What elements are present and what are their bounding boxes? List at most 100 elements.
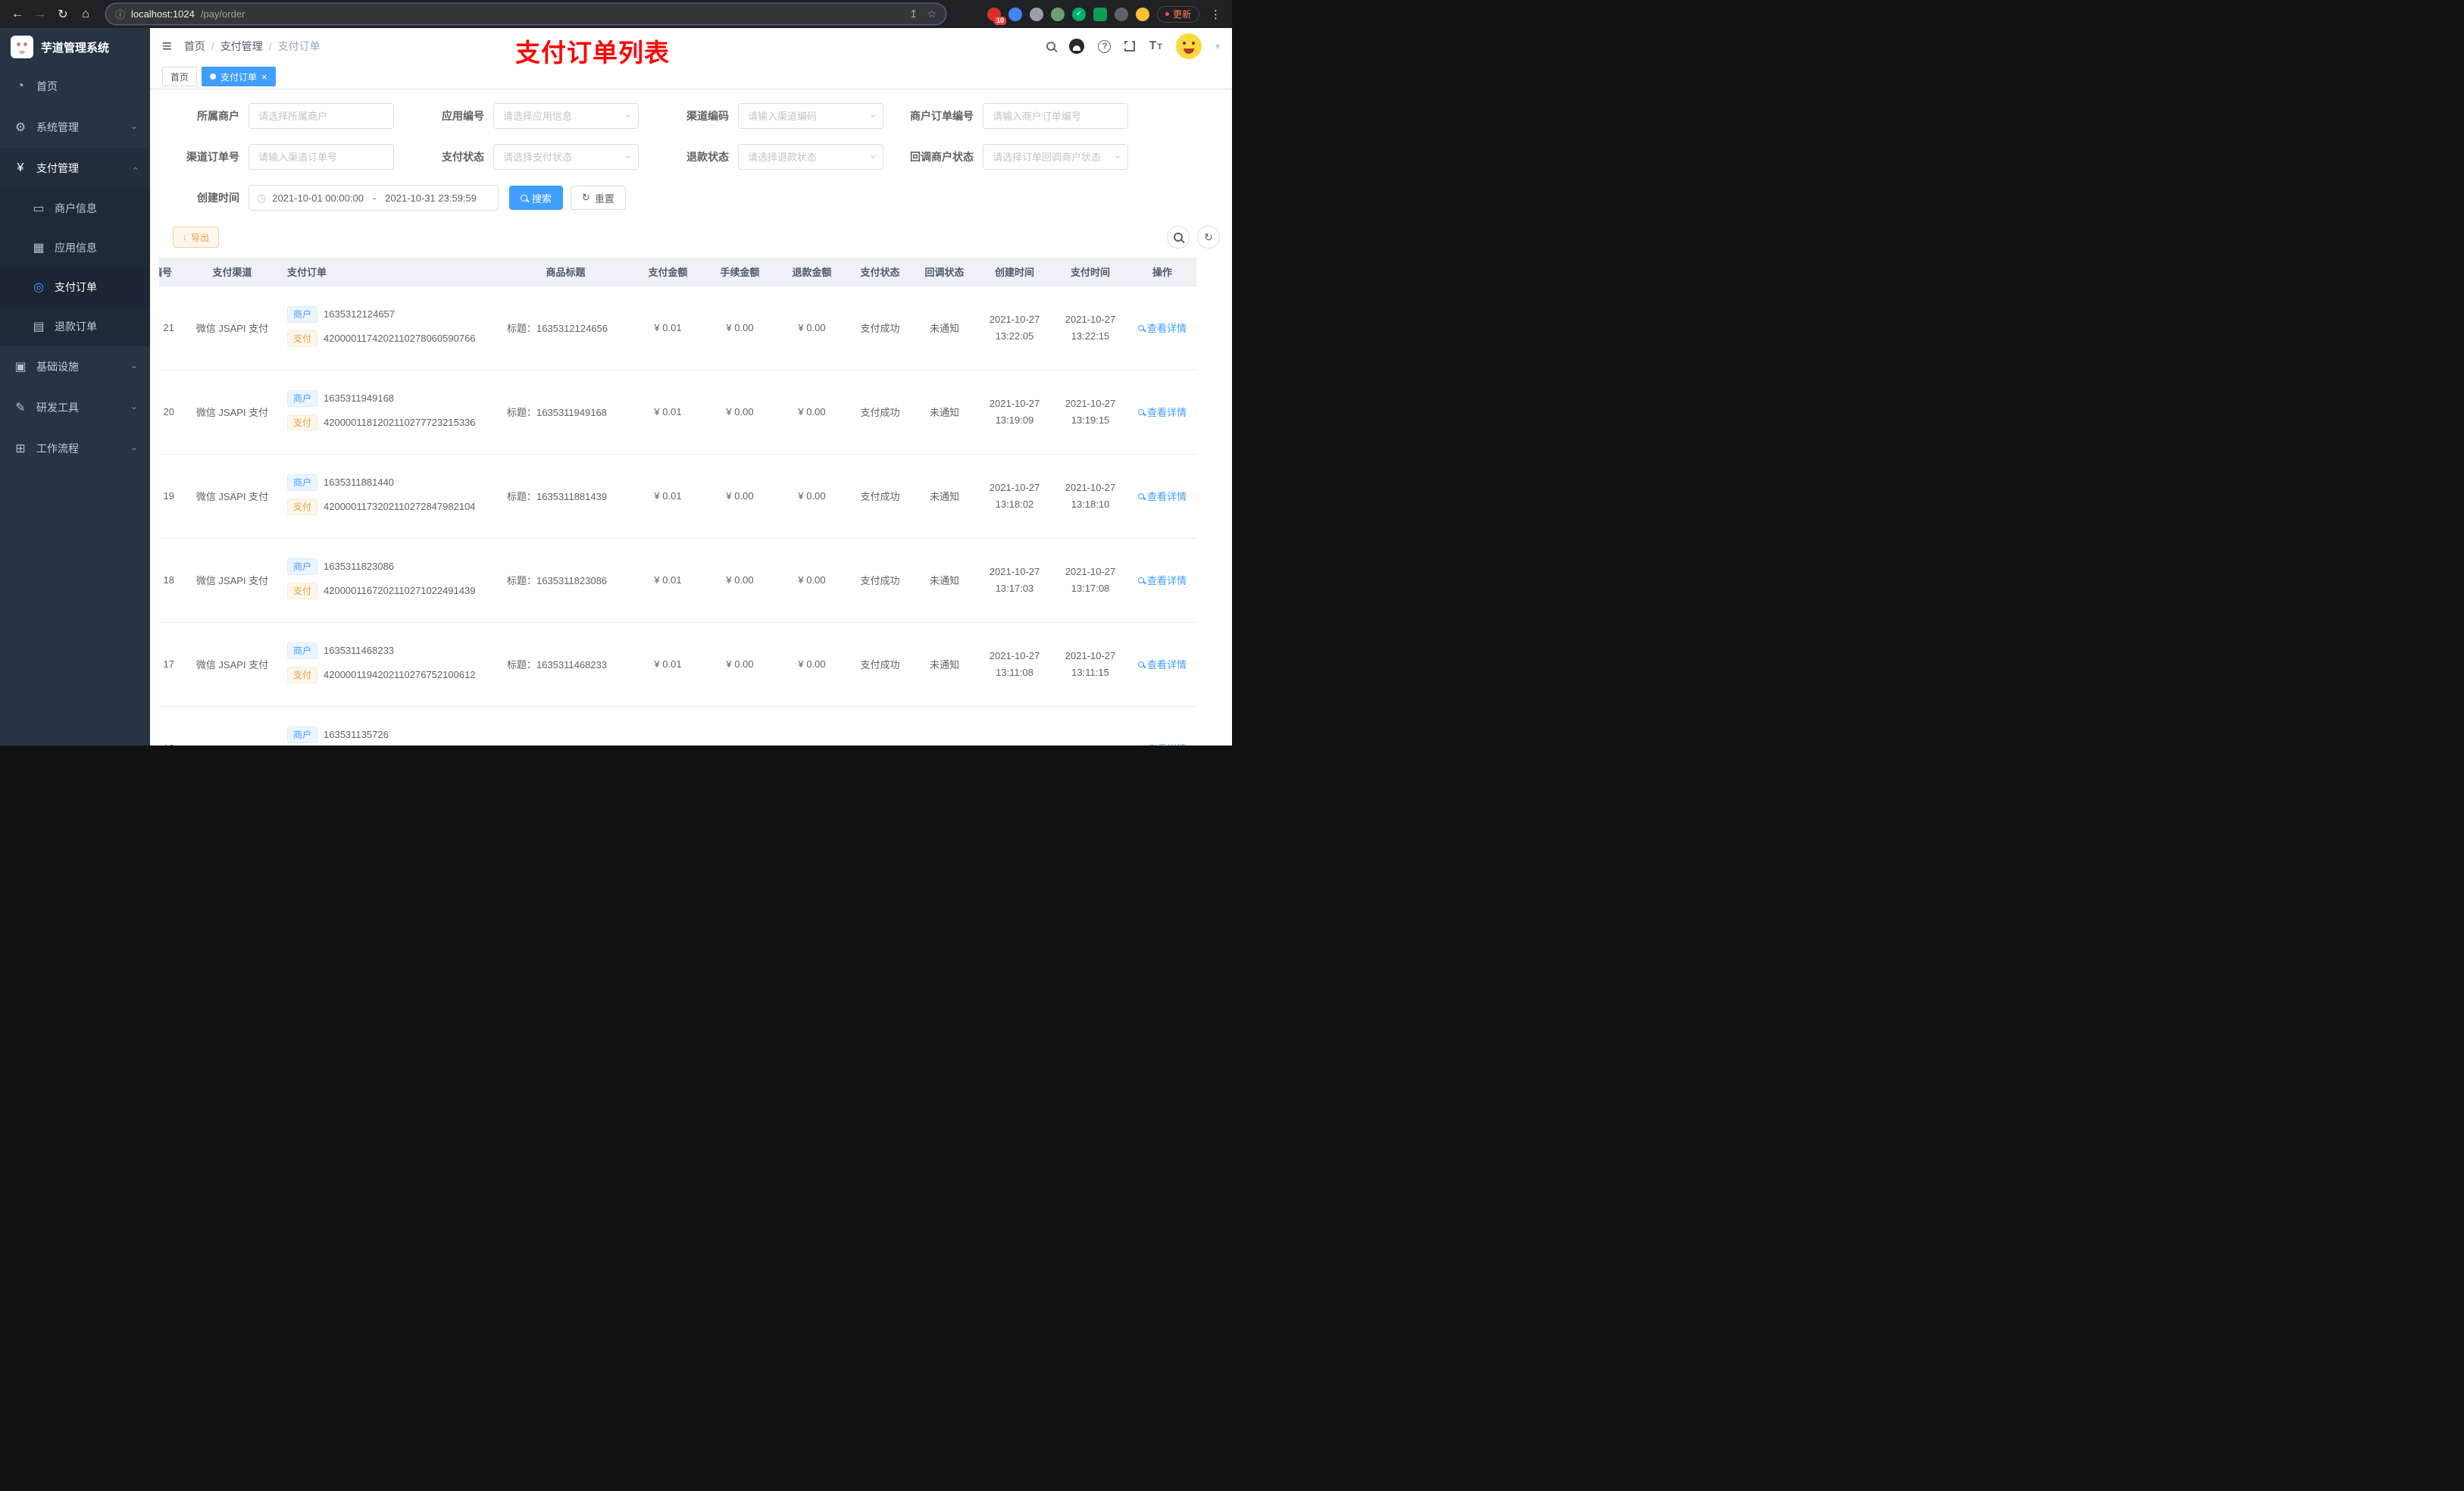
notify-status	[912, 706, 977, 746]
back-icon[interactable]: ←	[8, 5, 27, 24]
fee-amount: ¥ 0.00	[704, 538, 776, 623]
sidebar-item-payment[interactable]: ¥ 支付管理 ›	[0, 148, 150, 189]
bookmark-star-icon[interactable]: ☆	[927, 8, 937, 20]
app-title: 芋道管理系统	[41, 41, 110, 55]
sidebar-item-home[interactable]: ◔ 首页	[0, 66, 150, 107]
sidebar-item-infrastructure[interactable]: ▣ 基础设施 ›	[0, 346, 150, 387]
site-info-icon[interactable]: ⓘ	[115, 7, 125, 21]
refund-amount: ¥ 0.00	[776, 538, 848, 623]
sidebar-item-pay-order[interactable]: ◎ 支付订单	[0, 267, 150, 307]
pay-channel: 微信 JSAPI 支付	[185, 538, 280, 623]
sidebar-item-app-info[interactable]: ▦ 应用信息	[0, 228, 150, 267]
pay-order-no: 4200001181202110277723215336	[324, 417, 476, 428]
sidebar-item-workflow[interactable]: ⊞ 工作流程 ›	[0, 428, 150, 469]
pay-time: 2021-10-27 13:17:08	[1052, 538, 1128, 623]
table-header-row: 编号 支付渠道 支付订单 商品标题 支付金额 手续金额 退款金额 支付状态 回调…	[159, 258, 1196, 286]
notify-status-filter-select[interactable]	[983, 144, 1128, 170]
active-tab-dot	[210, 73, 217, 80]
view-detail-link[interactable]: 查看详情	[1137, 573, 1187, 587]
column-header: 商品标题	[499, 258, 632, 286]
view-detail-link[interactable]: 查看详情	[1137, 657, 1187, 671]
app-logo-row[interactable]: 芋道管理系统	[0, 28, 150, 66]
search-icon[interactable]	[1046, 42, 1056, 51]
sidebar-item-merchant-info[interactable]: ▭ 商户信息	[0, 189, 150, 228]
merchant-tag: 商户	[287, 726, 318, 743]
export-button[interactable]: ↓ 导出	[173, 227, 220, 248]
sidebar-item-label: 支付管理	[36, 162, 79, 174]
tab-pay-order[interactable]: 支付订单 ×	[202, 67, 276, 86]
order-id: 20	[159, 370, 185, 455]
toggle-search-button[interactable]	[1167, 226, 1190, 248]
filter-label: 退款状态	[686, 151, 729, 163]
search-button[interactable]: 搜索	[509, 186, 564, 210]
pay-tag: 支付	[287, 330, 318, 347]
pay-amount: ¥ 0.01	[632, 370, 704, 455]
github-icon[interactable]	[1069, 39, 1085, 54]
pay-status	[848, 706, 912, 746]
address-bar[interactable]: ⓘ localhost:1024 /pay/order ↥ ☆	[106, 4, 946, 24]
fullscreen-icon[interactable]	[1124, 40, 1136, 52]
breadcrumb-separator: /	[268, 40, 272, 52]
browser-menu-icon[interactable]: ⋮	[1207, 8, 1224, 21]
extension-icon[interactable]	[1093, 7, 1107, 21]
pay-order-cell: 商户 163531135726 支付	[280, 706, 499, 746]
forward-icon[interactable]: →	[30, 5, 50, 24]
sidebar-item-refund-order[interactable]: ▤ 退款订单	[0, 307, 150, 346]
channel-order-filter-input[interactable]	[249, 144, 394, 170]
filter-label: 创建时间	[197, 192, 239, 204]
font-size-icon[interactable]: T T	[1149, 39, 1162, 53]
font-size-large: T	[1149, 39, 1157, 52]
refresh-icon: ↻	[1204, 230, 1213, 243]
extension-icon[interactable]	[1114, 7, 1128, 21]
sidebar-item-dev-tools[interactable]: ✎ 研发工具 ›	[0, 387, 150, 428]
view-detail-link[interactable]: 查看详情	[1137, 741, 1187, 746]
column-header: 创建时间	[977, 258, 1052, 286]
extension-icon[interactable]: ✓	[1071, 7, 1086, 21]
pay-time	[1052, 706, 1128, 746]
extension-icon[interactable]	[1029, 7, 1043, 21]
refresh-table-button[interactable]: ↻	[1197, 226, 1220, 248]
date-separator: -	[372, 192, 377, 204]
breadcrumb-home[interactable]: 首页	[184, 39, 205, 54]
browser-update-button[interactable]: 更新	[1156, 5, 1199, 23]
column-header: 回调状态	[912, 258, 977, 286]
table-row: 17 微信 JSAPI 支付 商户 1635311468233 支付 42000…	[159, 622, 1196, 707]
view-detail-link[interactable]: 查看详情	[1137, 405, 1187, 419]
create-clock: 13:11:08	[996, 666, 1033, 678]
extension-icon[interactable]	[1008, 7, 1022, 21]
extension-icon[interactable]	[1050, 7, 1065, 21]
merchant-order-filter-input[interactable]	[983, 103, 1128, 129]
tab-home[interactable]: 首页	[162, 67, 198, 86]
reset-label: 重置	[594, 192, 614, 205]
view-detail-link[interactable]: 查看详情	[1137, 489, 1187, 503]
app-filter-select[interactable]	[493, 103, 639, 129]
workflow-icon: ⊞	[15, 442, 26, 455]
merchant-filter-input[interactable]	[249, 103, 394, 129]
collapse-menu-icon[interactable]: ≡	[162, 38, 172, 55]
extension-avatar-icon[interactable]	[1135, 7, 1149, 21]
avatar-caret-icon[interactable]: ▾	[1215, 41, 1220, 52]
extension-icon[interactable]: 10	[987, 7, 1006, 25]
breadcrumb-section[interactable]: 支付管理	[220, 39, 263, 54]
help-icon[interactable]: ?	[1098, 39, 1112, 53]
refund-amount: ¥ 0.00	[776, 622, 848, 707]
view-detail-link[interactable]: 查看详情	[1137, 320, 1187, 335]
pay-status-filter-select[interactable]	[493, 144, 639, 170]
refund-status-filter-select[interactable]	[738, 144, 883, 170]
screen: ← → ↻ ⌂ ⓘ localhost:1024 /pay/order ↥ ☆ …	[0, 0, 1232, 746]
reset-button[interactable]: ↻ 重置	[571, 186, 626, 210]
user-avatar[interactable]	[1175, 33, 1202, 59]
share-icon[interactable]: ↥	[909, 8, 918, 20]
tab-close-icon[interactable]: ×	[261, 72, 267, 82]
reload-icon[interactable]: ↻	[53, 5, 73, 24]
pay-order-cell: 商户 1635312124657 支付 42000011742021102780…	[280, 286, 499, 370]
create-time-range-picker[interactable]: ◷ 2021-10-01 00:00:00 - 2021-10-31 23:59…	[249, 185, 499, 211]
browser-home-icon[interactable]: ⌂	[76, 5, 95, 24]
column-header: 支付渠道	[185, 258, 280, 286]
sidebar-item-system[interactable]: ⚙ 系统管理 ›	[0, 107, 150, 148]
search-label: 搜索	[532, 192, 552, 205]
filter-label: 支付状态	[442, 151, 484, 163]
channel-code-filter-select[interactable]	[738, 103, 883, 129]
pay-clock: 13:19:15	[1071, 414, 1110, 426]
operation-cell: 查看详情	[1128, 706, 1196, 746]
